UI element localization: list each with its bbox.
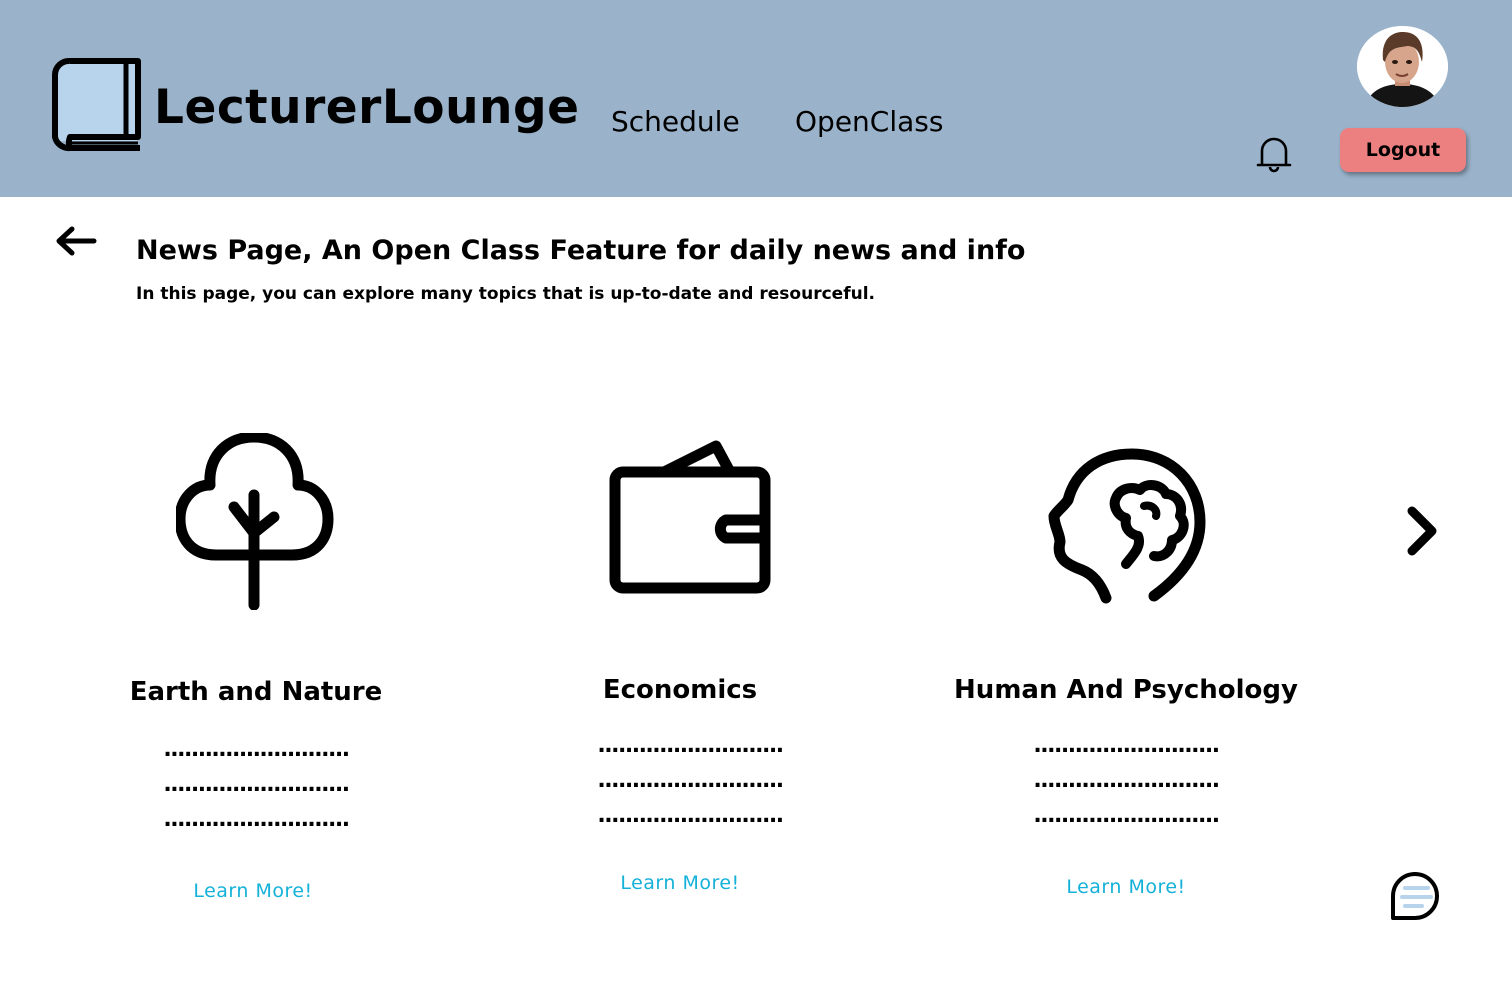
page-title: News Page, An Open Class Feature for dai… [136,235,1026,266]
nav-schedule[interactable]: Schedule [611,105,740,138]
head-brain-icon[interactable] [1046,446,1210,608]
topic-summary-economics: ........................................… [597,733,784,828]
chat-bubble-icon[interactable] [1388,870,1444,922]
learn-more-earth-link[interactable]: Learn More! [193,880,312,902]
page-subtitle: In this page, you can explore many topic… [136,284,875,304]
arrow-left-icon[interactable] [54,224,98,260]
nav-openclass[interactable]: OpenClass [795,105,943,138]
topic-summary-psychology: ........................................… [1033,733,1220,828]
logout-button[interactable]: Logout [1340,128,1466,172]
learn-more-psychology-link[interactable]: Learn More! [1066,876,1185,898]
topic-title-earth: Earth and Nature [129,677,383,707]
wallet-icon[interactable] [606,438,774,598]
brand-name: LecturerLounge [154,80,580,135]
avatar[interactable] [1357,26,1448,107]
top-header: LecturerLounge Schedule OpenClass Logout [0,0,1512,197]
chevron-right-icon[interactable] [1400,503,1442,559]
learn-more-economics-link[interactable]: Learn More! [620,872,739,894]
topic-title-economics: Economics [602,675,758,705]
tree-icon[interactable] [176,433,334,610]
topic-summary-earth: ........................................… [163,737,350,832]
book-icon [51,57,141,152]
topic-title-psychology: Human And Psychology [954,675,1298,705]
bell-icon[interactable] [1256,134,1292,174]
user-avatar-icon [1357,26,1448,107]
